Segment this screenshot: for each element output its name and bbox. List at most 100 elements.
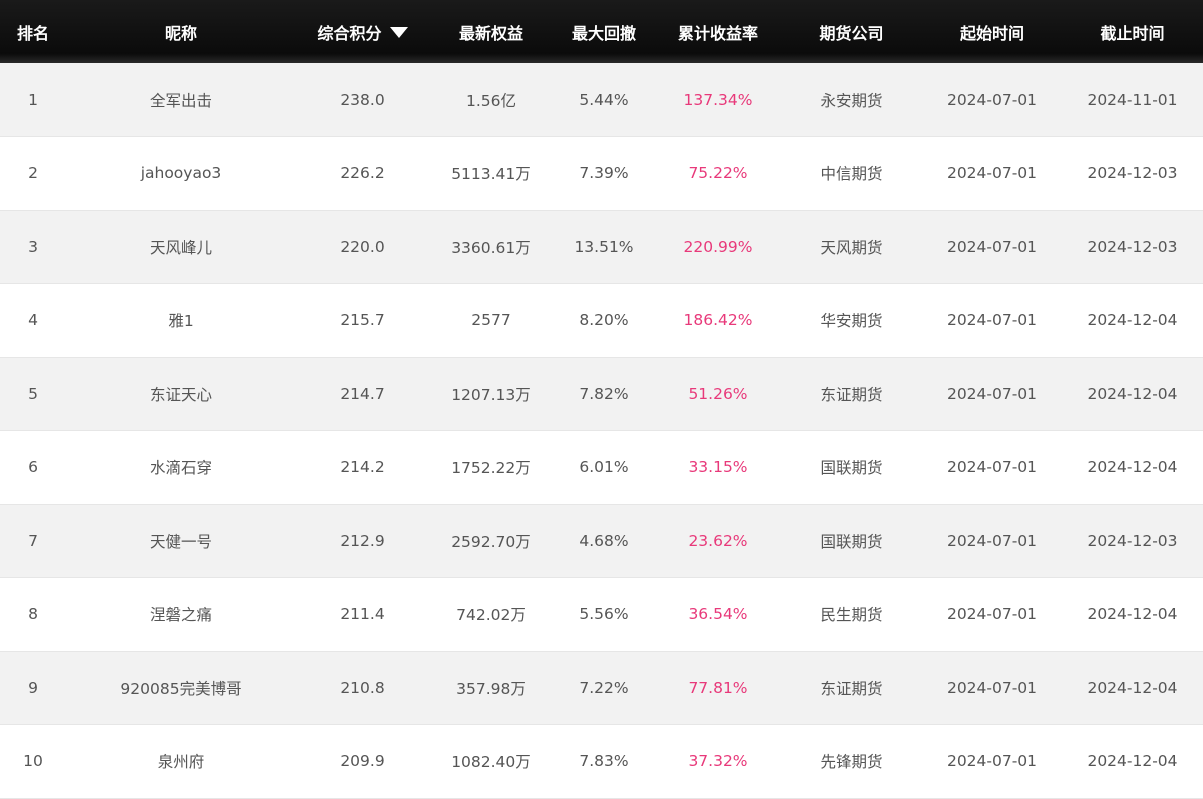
header-score[interactable]: 综合积分 <box>296 0 429 63</box>
header-nickname[interactable]: 昵称 <box>66 0 296 63</box>
table-row[interactable]: 5 东证天心 214.7 1207.13万 7.82% 51.26% 东证期货 … <box>0 357 1203 431</box>
table-body: 1 全军出击 238.0 1.56亿 5.44% 137.34% 永安期货 20… <box>0 63 1203 798</box>
cell-return-rate: 137.34% <box>683 90 753 109</box>
ranking-board: 排名 昵称 综合积分 最新权益 最大回撤 累计收益率 期货公司 起始时间 截止时… <box>0 0 1203 799</box>
cell-end: 2024-12-04 <box>1087 752 1178 771</box>
cell-company: 华安期货 <box>820 312 883 331</box>
cell-return-rate: 23.62% <box>688 531 748 550</box>
cell-equity: 742.02万 <box>456 606 526 625</box>
cell-rank: 6 <box>28 458 38 477</box>
cell-equity: 1.56亿 <box>465 91 516 110</box>
cell-drawdown: 7.83% <box>579 752 629 771</box>
cell-return-rate: 186.42% <box>683 311 753 330</box>
cell-end: 2024-12-04 <box>1087 678 1178 697</box>
cell-rank: 1 <box>28 90 38 109</box>
cell-start: 2024-07-01 <box>946 531 1038 550</box>
table-row[interactable]: 2 jahooyao3 226.2 5113.41万 7.39% 75.22% … <box>0 136 1203 211</box>
header-start[interactable]: 起始时间 <box>922 0 1062 63</box>
cell-equity: 1082.40万 <box>451 753 531 772</box>
cell-return-rate: 37.32% <box>688 752 748 771</box>
header-rank[interactable]: 排名 <box>0 0 66 63</box>
cell-return-rate: 77.81% <box>688 678 748 697</box>
cell-nickname[interactable]: 天风峰儿 <box>66 210 296 284</box>
cell-start: 2024-07-01 <box>946 678 1038 697</box>
cell-return-rate: 75.22% <box>688 164 748 183</box>
cell-rank: 7 <box>28 531 38 550</box>
table-row[interactable]: 6 水滴石穿 214.2 1752.22万 6.01% 33.15% 国联期货 … <box>0 430 1203 505</box>
cell-drawdown: 7.39% <box>579 164 629 183</box>
cell-equity: 1752.22万 <box>451 459 531 478</box>
cell-rank: 3 <box>28 237 38 256</box>
cell-nickname[interactable]: 东证天心 <box>66 357 296 431</box>
cell-score: 211.4 <box>340 605 385 624</box>
cell-rank: 4 <box>28 311 38 330</box>
cell-rank: 10 <box>23 752 43 771</box>
cell-equity: 1207.13万 <box>451 385 531 404</box>
table-row[interactable]: 3 天风峰儿 220.0 3360.61万 13.51% 220.99% 天风期… <box>0 210 1203 284</box>
cell-drawdown: 4.68% <box>579 531 629 550</box>
cell-equity: 2592.70万 <box>451 532 531 551</box>
cell-start: 2024-07-01 <box>946 384 1038 403</box>
cell-rank: 5 <box>28 384 38 403</box>
cell-end: 2024-12-03 <box>1087 164 1178 183</box>
cell-start: 2024-07-01 <box>946 90 1038 109</box>
sort-desc-icon[interactable] <box>389 26 408 38</box>
cell-score: 215.7 <box>340 311 385 330</box>
cell-end: 2024-12-04 <box>1087 605 1178 624</box>
cell-score: 238.0 <box>340 90 385 109</box>
header-return-rate[interactable]: 累计收益率 <box>655 0 781 63</box>
cell-company: 民生期货 <box>820 606 883 625</box>
cell-nickname[interactable]: 雅1 <box>66 284 296 358</box>
cell-company: 永安期货 <box>820 91 883 110</box>
cell-drawdown: 5.56% <box>579 605 629 624</box>
cell-company: 国联期货 <box>820 532 883 551</box>
table-row[interactable]: 9 920085完美博哥 210.8 357.98万 7.22% 77.81% … <box>0 651 1203 725</box>
cell-drawdown: 7.82% <box>579 384 629 403</box>
table-row[interactable]: 7 天健一号 212.9 2592.70万 4.68% 23.62% 国联期货 … <box>0 504 1203 578</box>
cell-nickname[interactable]: 天健一号 <box>66 504 296 578</box>
cell-start: 2024-07-01 <box>946 164 1038 183</box>
cell-return-rate: 51.26% <box>688 384 748 403</box>
cell-nickname[interactable]: 全军出击 <box>66 63 296 137</box>
cell-equity: 357.98万 <box>456 679 526 698</box>
table-row[interactable]: 1 全军出击 238.0 1.56亿 5.44% 137.34% 永安期货 20… <box>0 63 1203 137</box>
table-row[interactable]: 8 涅磐之痛 211.4 742.02万 5.56% 36.54% 民生期货 2… <box>0 577 1203 652</box>
header-company[interactable]: 期货公司 <box>781 0 922 63</box>
cell-company: 中信期货 <box>820 165 883 184</box>
cell-start: 2024-07-01 <box>946 311 1038 330</box>
cell-nickname[interactable]: jahooyao3 <box>66 137 296 211</box>
cell-drawdown: 7.22% <box>579 678 629 697</box>
header-row: 排名 昵称 综合积分 最新权益 最大回撤 累计收益率 期货公司 起始时间 截止时… <box>0 0 1203 63</box>
cell-company: 先锋期货 <box>820 753 883 772</box>
header-equity[interactable]: 最新权益 <box>429 0 553 63</box>
cell-score: 220.0 <box>340 237 385 256</box>
cell-score: 209.9 <box>340 752 385 771</box>
cell-nickname[interactable]: 泉州府 <box>66 725 296 799</box>
cell-score: 226.2 <box>340 164 385 183</box>
header-score-label: 综合积分 <box>317 23 382 43</box>
cell-rank: 9 <box>28 678 38 697</box>
header-end[interactable]: 截止时间 <box>1062 0 1203 63</box>
cell-end: 2024-12-04 <box>1087 311 1178 330</box>
table-row[interactable]: 10 泉州府 209.9 1082.40万 7.83% 37.32% 先锋期货 … <box>0 724 1203 799</box>
table-row[interactable]: 4 雅1 215.7 2577 8.20% 186.42% 华安期货 2024-… <box>0 283 1203 358</box>
header-drawdown[interactable]: 最大回撤 <box>553 0 655 63</box>
cell-end: 2024-12-04 <box>1087 384 1178 403</box>
cell-nickname[interactable]: 920085完美博哥 <box>66 651 296 725</box>
cell-return-rate: 33.15% <box>688 458 748 477</box>
cell-drawdown: 5.44% <box>579 90 629 109</box>
cell-start: 2024-07-01 <box>946 605 1038 624</box>
cell-equity: 3360.61万 <box>451 238 531 257</box>
cell-score: 214.7 <box>340 384 385 403</box>
cell-end: 2024-12-03 <box>1087 531 1178 550</box>
cell-return-rate: 220.99% <box>683 237 753 256</box>
cell-nickname[interactable]: 水滴石穿 <box>66 431 296 505</box>
cell-end: 2024-11-01 <box>1087 90 1178 109</box>
cell-score: 212.9 <box>340 531 385 550</box>
cell-start: 2024-07-01 <box>946 752 1038 771</box>
cell-nickname[interactable]: 涅磐之痛 <box>66 578 296 652</box>
cell-company: 天风期货 <box>820 238 883 257</box>
cell-rank: 8 <box>28 605 38 624</box>
cell-equity: 5113.41万 <box>451 165 531 184</box>
table-header: 排名 昵称 综合积分 最新权益 最大回撤 累计收益率 期货公司 起始时间 截止时… <box>0 0 1203 63</box>
